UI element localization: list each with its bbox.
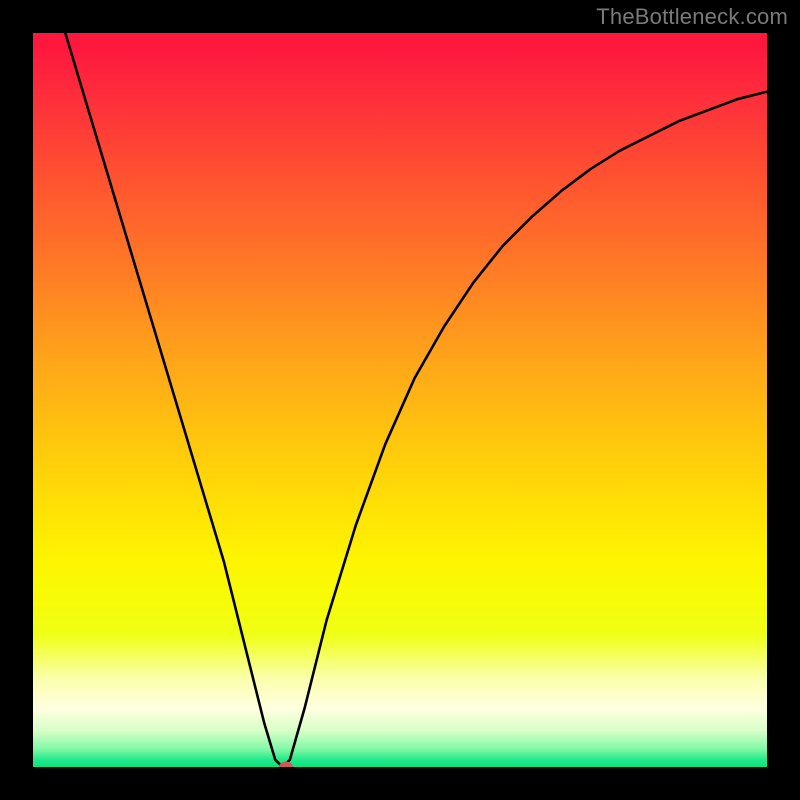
watermark-text: TheBottleneck.com [596, 4, 788, 30]
plot-area [33, 33, 767, 767]
optimal-point-marker [279, 762, 293, 768]
chart-container: TheBottleneck.com [0, 0, 800, 800]
bottleneck-curve [33, 33, 767, 767]
curve-svg [33, 33, 767, 767]
